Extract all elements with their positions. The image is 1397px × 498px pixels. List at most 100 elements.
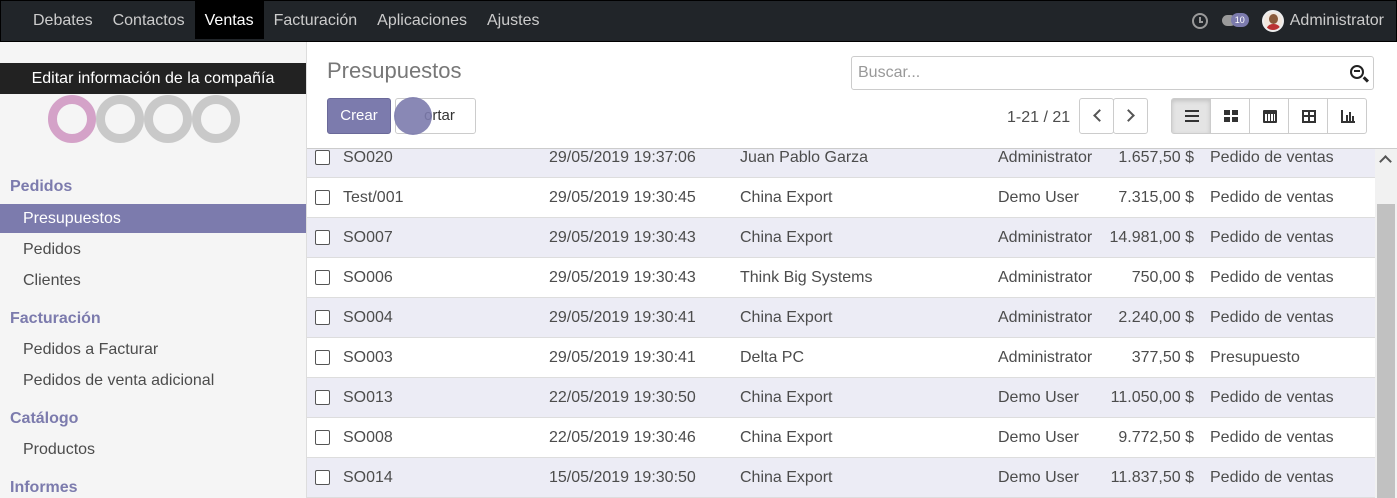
quotations-table: SO020 29/05/2019 19:37:06 Juan Pablo Garza… xyxy=(307,149,1375,498)
company-logo[interactable] xyxy=(48,95,240,143)
click-indicator xyxy=(394,97,432,135)
order-state: Pedido de ventas xyxy=(1210,189,1334,206)
menu-ventas[interactable]: Ventas xyxy=(194,1,264,39)
order-number: SO006 xyxy=(343,269,393,286)
chevron-right-icon xyxy=(1122,109,1135,122)
row-checkbox[interactable] xyxy=(315,270,330,285)
row-checkbox[interactable] xyxy=(315,350,330,365)
main-menu: Debates Contactos Ventas Facturación Apl… xyxy=(23,1,549,41)
sidebar-item-pedidos[interactable]: Pedidos xyxy=(0,235,306,264)
order-total: 11.837,50 $ xyxy=(1110,469,1194,486)
menu-aplicaciones[interactable]: Aplicaciones xyxy=(367,1,477,39)
user-menu[interactable]: Administrator xyxy=(1290,12,1384,30)
menu-contactos[interactable]: Contactos xyxy=(103,1,195,39)
order-state: Pedido de ventas xyxy=(1210,309,1334,326)
pivot-view-button[interactable] xyxy=(1288,98,1328,134)
table-row[interactable]: SO008 22/05/2019 19:30:46 China Export Demo… xyxy=(307,418,1375,458)
kanban-view-button[interactable] xyxy=(1210,98,1250,134)
order-date: 29/05/2019 19:37:06 xyxy=(549,149,696,166)
row-checkbox[interactable] xyxy=(315,190,330,205)
order-state: Pedido de ventas xyxy=(1210,469,1334,486)
search-icon[interactable] xyxy=(1350,65,1364,79)
order-state: Pedido de ventas xyxy=(1210,429,1334,446)
order-total: 9.772,50 $ xyxy=(1118,429,1194,446)
salesperson: Administrator xyxy=(998,269,1093,286)
customer-name: China Export xyxy=(740,309,833,326)
customer-name: China Export xyxy=(740,189,833,206)
scroll-thumb[interactable] xyxy=(1377,204,1395,498)
table-row[interactable]: Test/001 29/05/2019 19:30:45 China Export D… xyxy=(307,178,1375,218)
pager-previous-button[interactable] xyxy=(1079,98,1114,134)
control-panel: Presupuestos Crear ortar 1-21 / 21 xyxy=(307,42,1397,149)
order-number: SO020 xyxy=(343,149,393,166)
row-checkbox[interactable] xyxy=(315,150,330,165)
table-row[interactable]: SO006 29/05/2019 19:30:43 Think Big System… xyxy=(307,258,1375,298)
pager-next-button[interactable] xyxy=(1113,98,1148,134)
order-date: 29/05/2019 19:30:41 xyxy=(549,309,696,326)
salesperson: Administrator xyxy=(998,149,1093,166)
order-state: Pedido de ventas xyxy=(1210,269,1334,286)
graph-view-button[interactable] xyxy=(1327,98,1367,134)
sidebar-item-productos[interactable]: Productos xyxy=(0,435,306,464)
customer-name: Juan Pablo Garza xyxy=(740,149,869,166)
chat-badge: 10 xyxy=(1230,13,1249,27)
customer-name: China Export xyxy=(740,229,833,246)
logo-circle xyxy=(192,95,240,143)
order-number: SO004 xyxy=(343,309,393,326)
customer-name: Think Big Systems xyxy=(740,269,873,286)
sidebar-item-presupuestos[interactable]: Presupuestos xyxy=(0,204,306,233)
avatar[interactable] xyxy=(1261,10,1284,32)
order-date: 15/05/2019 19:30:50 xyxy=(549,469,696,486)
menu-ajustes[interactable]: Ajustes xyxy=(477,1,549,39)
clock-icon[interactable] xyxy=(1191,13,1208,29)
salesperson: Demo User xyxy=(998,429,1079,446)
search-box xyxy=(851,56,1374,90)
row-checkbox[interactable] xyxy=(315,390,330,405)
row-checkbox[interactable] xyxy=(315,470,330,485)
tooltip: Editar información de la compañía xyxy=(0,63,306,94)
order-total: 1.657,50 $ xyxy=(1118,149,1194,166)
order-state: Pedido de ventas xyxy=(1210,229,1334,246)
table-row[interactable]: SO020 29/05/2019 19:37:06 Juan Pablo Garza… xyxy=(307,149,1375,178)
create-button[interactable]: Crear xyxy=(327,98,391,134)
table-row[interactable]: SO007 29/05/2019 19:30:43 China Export Admi… xyxy=(307,218,1375,258)
pager-value[interactable]: 1-21 / 21 xyxy=(1007,109,1070,127)
row-checkbox[interactable] xyxy=(315,430,330,445)
table-row[interactable]: SO003 29/05/2019 19:30:41 Delta PC Administ… xyxy=(307,338,1375,378)
row-checkbox[interactable] xyxy=(315,230,330,245)
order-number: Test/001 xyxy=(343,189,404,206)
row-checkbox[interactable] xyxy=(315,310,330,325)
logo-circle xyxy=(144,95,192,143)
scroll-up-icon[interactable] xyxy=(1379,155,1392,168)
order-state: Pedido de ventas xyxy=(1210,149,1334,166)
customer-name: Delta PC xyxy=(740,349,805,366)
salesperson: Administrator xyxy=(998,229,1093,246)
calendar-view-button[interactable] xyxy=(1249,98,1289,134)
menu-debates[interactable]: Debates xyxy=(23,1,103,39)
search-input[interactable] xyxy=(858,58,1328,88)
order-date: 29/05/2019 19:30:43 xyxy=(549,269,696,286)
order-total: 7.315,00 $ xyxy=(1118,189,1194,206)
sidebar-item-pedidos-a-facturar[interactable]: Pedidos a Facturar xyxy=(0,335,306,364)
order-number: SO003 xyxy=(343,349,393,366)
order-total: 377,50 $ xyxy=(1131,349,1194,366)
salesperson: Demo User xyxy=(998,189,1079,206)
table-row[interactable]: SO004 29/05/2019 19:30:41 China Export Admi… xyxy=(307,298,1375,338)
sidebar-item-pedidos-venta-adicional[interactable]: Pedidos de venta adicional xyxy=(0,366,306,395)
salesperson: Administrator xyxy=(998,349,1093,366)
top-navbar: Debates Contactos Ventas Facturación Apl… xyxy=(0,0,1397,42)
order-number: SO014 xyxy=(343,469,393,486)
kanban-view-icon xyxy=(1224,110,1238,123)
salesperson: Demo User xyxy=(998,389,1079,406)
sidebar-section-facturacion: Facturación xyxy=(10,310,101,327)
order-total: 2.240,00 $ xyxy=(1118,309,1194,326)
order-date: 22/05/2019 19:30:46 xyxy=(549,429,696,446)
scrollbar[interactable] xyxy=(1375,149,1397,498)
menu-facturacion[interactable]: Facturación xyxy=(264,1,368,39)
list-view-button[interactable] xyxy=(1171,98,1211,134)
table-row[interactable]: SO014 15/05/2019 19:30:50 China Export Demo… xyxy=(307,458,1375,498)
chat-button[interactable]: 10 xyxy=(1221,13,1249,29)
sidebar-item-clientes[interactable]: Clientes xyxy=(0,266,306,295)
table-row[interactable]: SO013 22/05/2019 19:30:50 China Export Demo… xyxy=(307,378,1375,418)
sidebar-section-pedidos: Pedidos xyxy=(10,178,73,195)
